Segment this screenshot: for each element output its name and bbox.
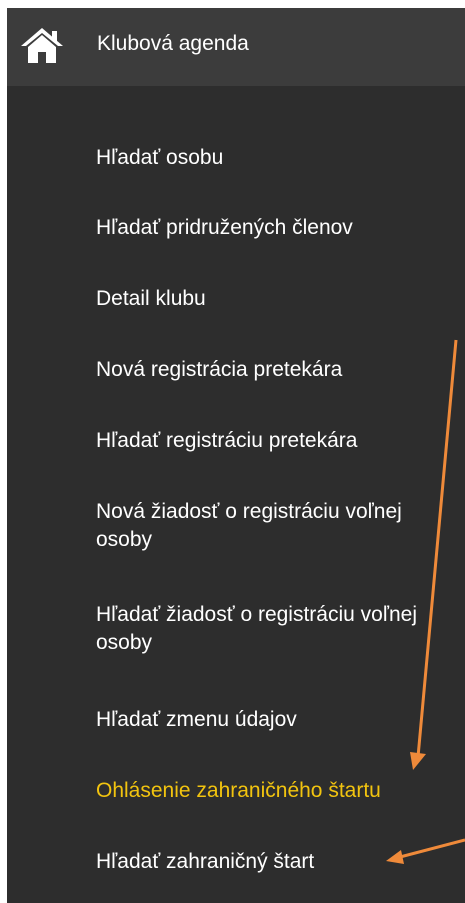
sidebar-menu: Klubová agenda Hľadať osobu Hľadať pridr… [7, 8, 465, 903]
menu-item-hladat-zahranicny-start[interactable]: Hľadať zahraničný štart [96, 848, 314, 876]
menu-item-hladat-osobu[interactable]: Hľadať osobu [96, 144, 223, 172]
menu-item-detail-klubu[interactable]: Detail klubu [96, 285, 206, 313]
menu-item-hladat-registraciu-pretekara[interactable]: Hľadať registráciu pretekára [96, 427, 357, 455]
page: Klubová agenda Hľadať osobu Hľadať pridr… [0, 0, 465, 903]
menu-item-hladat-ziadost-o-registraciu[interactable]: Hľadať žiadosť o registráciu voľnej osob… [96, 601, 456, 657]
menu-item-ohlasenie-zahranicneho-startu[interactable]: Ohlásenie zahraničného štartu [96, 777, 381, 805]
menu-header[interactable]: Klubová agenda [7, 8, 465, 86]
header-title: Klubová agenda [97, 32, 249, 55]
menu-item-hladat-zmenu-udajov[interactable]: Hľadať zmenu údajov [96, 706, 297, 734]
menu-item-hladat-pridruzenych-clenov[interactable]: Hľadať pridružených členov [96, 214, 353, 242]
menu-item-nova-registracia-pretekara[interactable]: Nová registrácia pretekára [96, 356, 342, 384]
home-icon [21, 28, 63, 63]
menu-item-nova-ziadost-o-registraciu[interactable]: Nová žiadosť o registráciu voľnej osoby [96, 498, 456, 554]
